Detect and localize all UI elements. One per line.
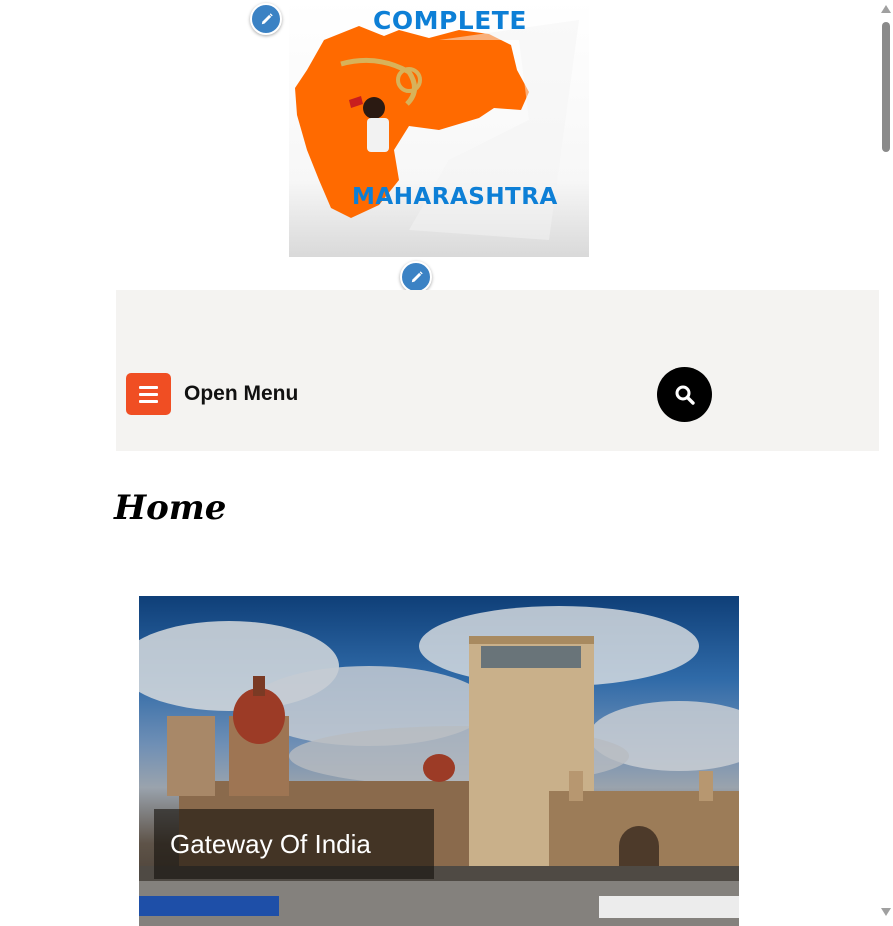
navigation-bar: Open Menu — [116, 290, 879, 451]
search-icon — [675, 385, 695, 405]
hamburger-icon[interactable] — [126, 373, 171, 415]
featured-post-card[interactable]: Gateway Of India — [139, 596, 739, 926]
featured-post-caption[interactable]: Gateway Of India — [154, 809, 434, 879]
page-title: Home — [114, 488, 227, 528]
site-logo[interactable]: COMPLETE MAHARASHTRA — [289, 0, 589, 257]
scrollbar-thumb[interactable] — [882, 22, 890, 152]
search-button[interactable] — [657, 367, 712, 422]
featured-post-title[interactable]: Gateway Of India — [170, 829, 371, 860]
open-menu-button[interactable]: Open Menu — [126, 373, 298, 415]
scrollbar[interactable] — [879, 0, 893, 921]
edit-logo-pencil-icon[interactable] — [250, 3, 282, 35]
edit-menu-pencil-icon[interactable] — [400, 261, 432, 293]
open-menu-label[interactable]: Open Menu — [184, 382, 298, 406]
logo-line-2: MAHARASHTRA — [352, 184, 558, 210]
logo-line-1: COMPLETE — [373, 6, 527, 35]
maharashtra-map-icon — [295, 20, 579, 240]
scroll-up-arrow-icon[interactable] — [881, 5, 891, 13]
scroll-down-arrow-icon[interactable] — [881, 908, 891, 916]
